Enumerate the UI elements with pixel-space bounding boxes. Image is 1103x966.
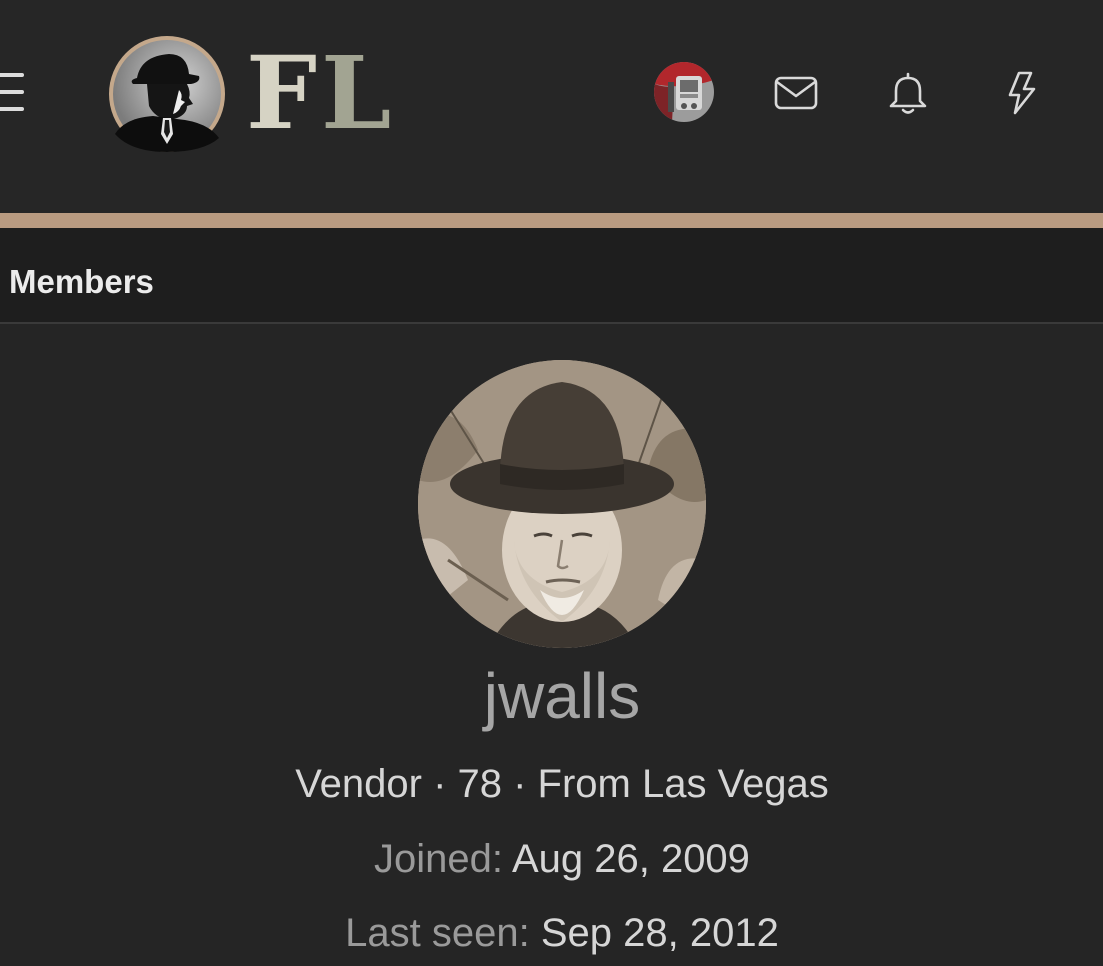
logo-emblem-icon[interactable] bbox=[107, 34, 227, 154]
breadcrumb-members-link[interactable]: Members bbox=[9, 262, 154, 302]
hamburger-menu-icon[interactable] bbox=[0, 69, 24, 115]
bell-icon[interactable] bbox=[884, 69, 932, 117]
profile-username: jwalls bbox=[483, 660, 641, 732]
joined-label: Joined: bbox=[374, 837, 504, 881]
last-seen-value: Sep 28, 2012 bbox=[540, 911, 779, 955]
bolt-icon[interactable] bbox=[997, 69, 1045, 117]
breadcrumb bbox=[0, 228, 1103, 324]
profile-avatar[interactable] bbox=[418, 360, 706, 648]
header-accent-bar bbox=[0, 213, 1103, 228]
user-avatar[interactable] bbox=[654, 62, 714, 122]
joined-row: Joined: Aug 26, 2009 bbox=[0, 833, 1103, 885]
logo-wordmark[interactable]: FL bbox=[246, 38, 395, 148]
last-seen-label: Last seen: bbox=[345, 911, 530, 955]
site-header: FL bbox=[0, 0, 1103, 213]
last-seen-row: Last seen: Sep 28, 2012 bbox=[0, 907, 1103, 959]
profile-meta: Vendor · 78 · From Las Vegas bbox=[295, 762, 829, 806]
logo-letter-l: L bbox=[321, 34, 396, 152]
joined-value: Aug 26, 2009 bbox=[511, 837, 750, 881]
page: FL Members jwalls Vendor · 78 · From Las… bbox=[0, 0, 1103, 966]
mail-icon[interactable] bbox=[772, 69, 820, 117]
logo-letter-f: F bbox=[246, 34, 321, 152]
